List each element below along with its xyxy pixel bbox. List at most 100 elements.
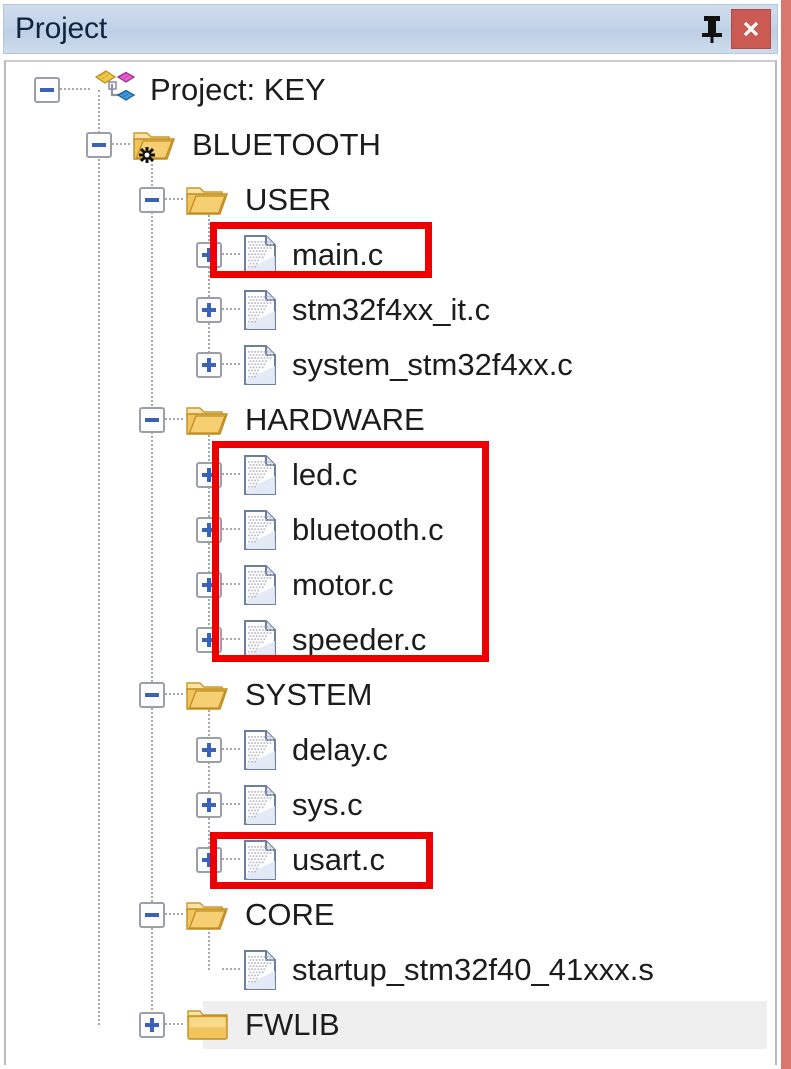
expand-icon[interactable] bbox=[196, 516, 222, 543]
c-file-icon bbox=[244, 344, 276, 385]
tree-item-ledc[interactable]: led.c bbox=[6, 447, 775, 502]
tree-item-fwlib[interactable]: FWLIB bbox=[6, 997, 775, 1052]
expand-icon[interactable] bbox=[196, 846, 222, 873]
tree-guide-line bbox=[208, 199, 210, 365]
tree-guide-line bbox=[98, 89, 100, 1025]
folder-open-icon bbox=[186, 901, 228, 930]
tree-item-sysc[interactable]: sys.c bbox=[6, 777, 775, 832]
c-file-icon bbox=[244, 234, 276, 275]
tree-item-label: speeder.c bbox=[292, 622, 427, 657]
tree-connector bbox=[222, 362, 240, 367]
tree-item-label: SYSTEM bbox=[245, 677, 373, 712]
tree-item-usartc[interactable]: usart.c bbox=[6, 832, 775, 887]
tree-item-delayc[interactable]: delay.c bbox=[6, 722, 775, 777]
c-file-icon bbox=[244, 454, 276, 495]
expand-icon[interactable] bbox=[196, 571, 222, 598]
tree-connector bbox=[222, 857, 240, 862]
tree-item-bluetoothc[interactable]: bluetooth.c bbox=[6, 502, 775, 557]
tree-connector bbox=[222, 637, 240, 642]
tree-item-label: led.c bbox=[292, 457, 358, 492]
tree-item-label: motor.c bbox=[292, 567, 394, 602]
tree-item-systemc[interactable]: system_stm32f4xx.c bbox=[6, 337, 775, 392]
tree-guide-line bbox=[208, 694, 210, 860]
expand-icon[interactable] bbox=[196, 461, 222, 488]
page-title: Project bbox=[15, 12, 107, 45]
c-file-icon bbox=[244, 839, 276, 880]
tree-item-label: system_stm32f4xx.c bbox=[292, 347, 573, 382]
tree-guide-line bbox=[151, 144, 153, 1025]
collapse-icon[interactable] bbox=[139, 406, 165, 433]
tree-connector bbox=[222, 307, 240, 312]
tree-item-label: FWLIB bbox=[245, 1007, 340, 1042]
folder-open-icon bbox=[186, 406, 228, 435]
collapse-icon[interactable] bbox=[139, 186, 165, 213]
tree-item-label: USER bbox=[245, 182, 332, 217]
tree-item-core[interactable]: CORE bbox=[6, 887, 775, 942]
tree-item-label: sys.c bbox=[292, 787, 363, 822]
expand-icon[interactable] bbox=[196, 736, 222, 763]
expand-icon[interactable] bbox=[196, 296, 222, 323]
tree-connector bbox=[222, 252, 240, 257]
tree-item-startups[interactable]: startup_stm32f40_41xxx.s bbox=[6, 942, 775, 997]
project-target-icon bbox=[94, 69, 136, 101]
collapse-icon[interactable] bbox=[139, 901, 165, 928]
tree-item-label: Project: KEY bbox=[150, 72, 326, 107]
tree-item-speederc[interactable]: speeder.c bbox=[6, 612, 775, 667]
tree-connector bbox=[222, 747, 240, 752]
c-file-icon bbox=[244, 289, 276, 330]
tree-connector bbox=[165, 1022, 183, 1027]
tree-item-user[interactable]: USER bbox=[6, 172, 775, 227]
tree-connector bbox=[60, 87, 90, 92]
tree-item-label: startup_stm32f40_41xxx.s bbox=[292, 952, 654, 987]
tree-connector bbox=[222, 802, 240, 807]
tree-item-label: HARDWARE bbox=[245, 402, 425, 437]
tree-item-bluetooth[interactable]: BLUETOOTH bbox=[6, 117, 775, 172]
tree-connector bbox=[222, 582, 240, 587]
expand-icon[interactable] bbox=[196, 791, 222, 818]
expand-icon[interactable] bbox=[196, 351, 222, 378]
c-file-icon bbox=[244, 509, 276, 550]
tree-connector bbox=[222, 472, 240, 477]
tree-item-label: BLUETOOTH bbox=[192, 127, 381, 162]
project-panel: Project Project: KEY BLUETOOTH USER main.c s… bbox=[0, 0, 781, 1069]
folder-open-star-icon bbox=[133, 131, 175, 163]
tree-item-label: CORE bbox=[245, 897, 335, 932]
tree-item-itc[interactable]: stm32f4xx_it.c bbox=[6, 282, 775, 337]
c-file-icon bbox=[244, 729, 276, 770]
project-tree-panel[interactable]: Project: KEY BLUETOOTH USER main.c stm32f4xx… bbox=[4, 60, 777, 1065]
c-file-icon bbox=[244, 784, 276, 825]
panel-titlebar: Project bbox=[3, 4, 778, 54]
tree-item-system[interactable]: SYSTEM bbox=[6, 667, 775, 722]
expand-icon[interactable] bbox=[196, 241, 222, 268]
close-button[interactable] bbox=[731, 9, 771, 49]
tree-connector bbox=[222, 967, 240, 972]
titlebar-buttons bbox=[695, 5, 777, 53]
no-expander bbox=[196, 957, 222, 983]
tree-item-root[interactable]: Project: KEY bbox=[6, 62, 775, 117]
pin-icon[interactable] bbox=[695, 9, 729, 49]
tree-item-label: stm32f4xx_it.c bbox=[292, 292, 491, 327]
folder-closed-icon bbox=[187, 1009, 228, 1040]
tree-item-label: usart.c bbox=[292, 842, 386, 877]
tree-connector bbox=[165, 692, 183, 697]
tree-connector bbox=[165, 417, 183, 422]
collapse-icon[interactable] bbox=[34, 76, 60, 103]
c-file-icon bbox=[244, 564, 276, 605]
tree-connector bbox=[222, 527, 240, 532]
tree-item-label: delay.c bbox=[292, 732, 388, 767]
tree-item-mainc[interactable]: main.c bbox=[6, 227, 775, 282]
project-tree: Project: KEY BLUETOOTH USER main.c stm32f4xx… bbox=[6, 62, 775, 1052]
tree-connector bbox=[165, 197, 183, 202]
tree-item-hardware[interactable]: HARDWARE bbox=[6, 392, 775, 447]
tree-item-label: bluetooth.c bbox=[292, 512, 444, 547]
asm-file-icon bbox=[244, 949, 276, 990]
collapse-icon[interactable] bbox=[139, 681, 165, 708]
folder-open-icon bbox=[186, 186, 228, 215]
expand-icon[interactable] bbox=[139, 1011, 165, 1038]
tree-connector bbox=[112, 142, 130, 147]
tree-connector bbox=[165, 912, 183, 917]
folder-open-icon bbox=[186, 681, 228, 710]
expand-icon[interactable] bbox=[196, 626, 222, 653]
collapse-icon[interactable] bbox=[86, 131, 112, 158]
tree-item-motorc[interactable]: motor.c bbox=[6, 557, 775, 612]
